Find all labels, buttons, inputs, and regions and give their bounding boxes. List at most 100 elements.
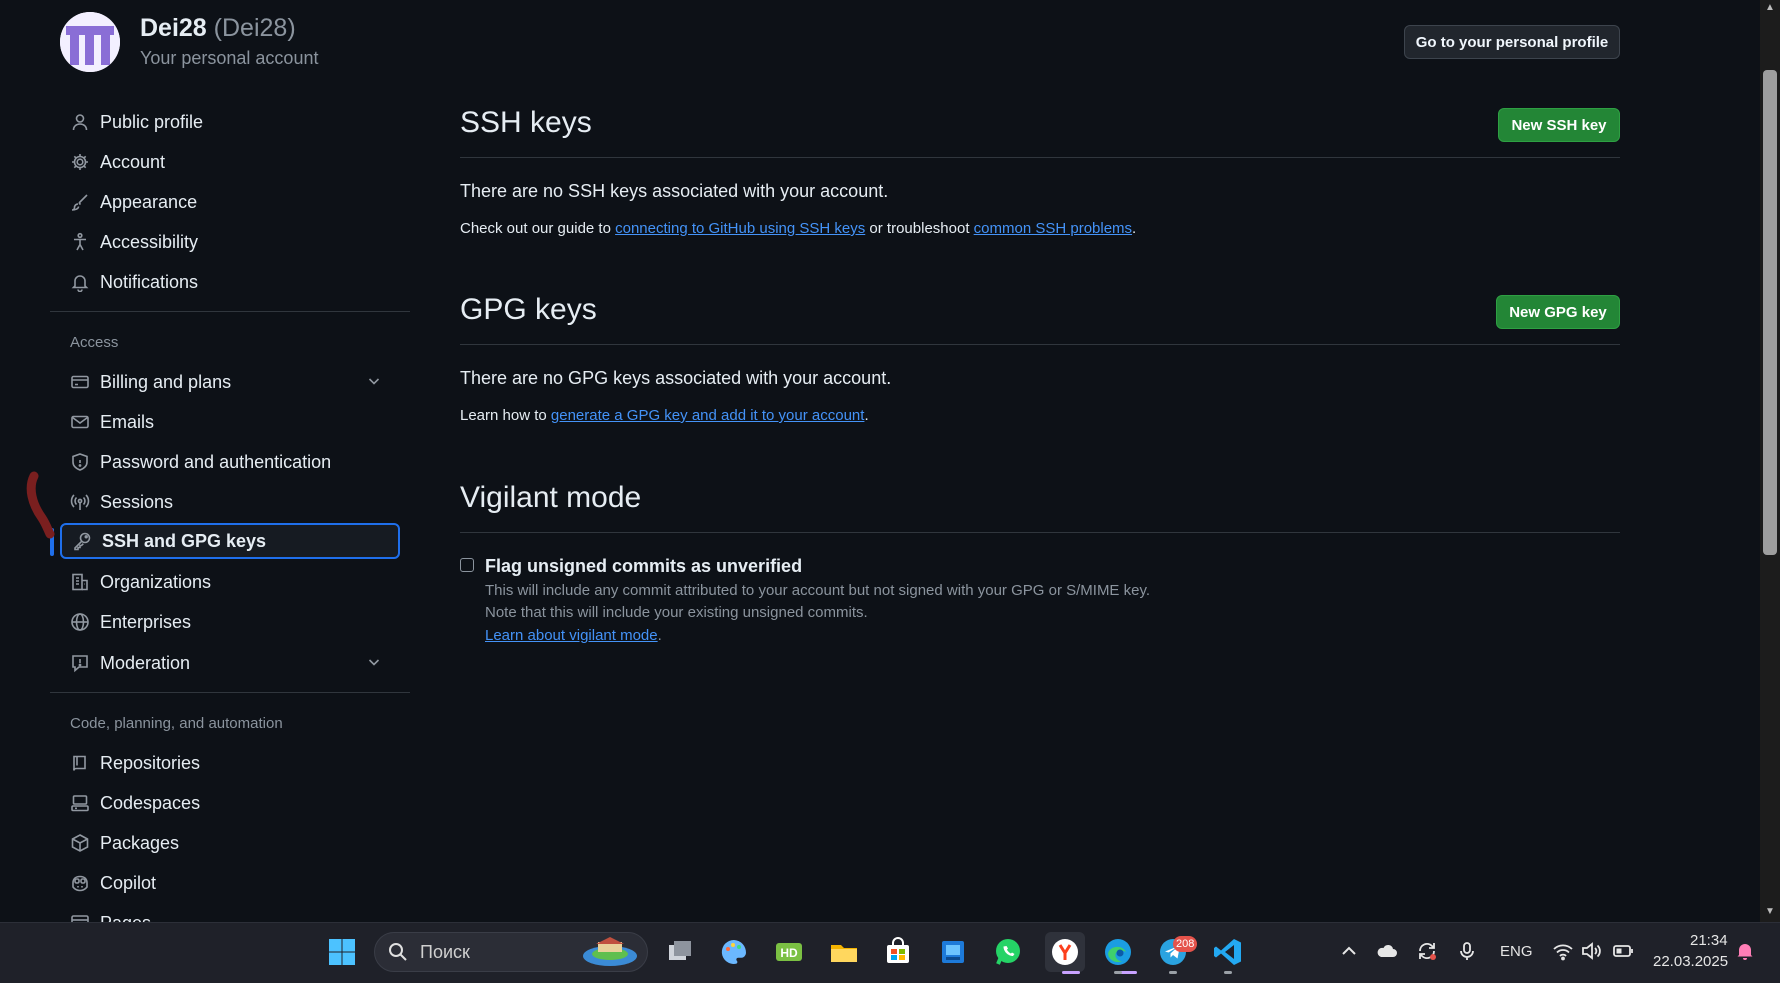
- scroll-up-arrow-icon[interactable]: ▲: [1764, 2, 1776, 14]
- sidebar-item-label: Public profile: [100, 111, 204, 132]
- account-name: Dei28 (Dei28): [140, 14, 296, 43]
- onedrive-cloud-icon[interactable]: [1376, 940, 1398, 962]
- sidebar-item-label: Password and authentication: [100, 451, 332, 472]
- vigilant-mode-link[interactable]: Learn about vigilant mode: [485, 627, 658, 644]
- sidebar-item-label: Appearance: [100, 191, 198, 212]
- sidebar-group-code: Code, planning, and automation: [70, 715, 283, 732]
- sidebar-item-label: Packages: [100, 832, 180, 853]
- sidebar-item-label: Organizations: [100, 571, 212, 592]
- sidebar-item-notifications[interactable]: Notifications: [60, 264, 400, 300]
- sidebar-item-billing[interactable]: Billing and plans: [60, 364, 400, 400]
- notification-bell-icon[interactable]: [1734, 940, 1756, 962]
- gpg-guide-link[interactable]: generate a GPG key and add it to your ac…: [551, 407, 865, 424]
- sidebar-item-label: Codespaces: [100, 792, 201, 813]
- credit-card-icon: [70, 372, 90, 392]
- svg-text:HD: HD: [780, 946, 798, 960]
- telegram-unread-badge: 208: [1173, 936, 1198, 952]
- sidebar-item-accessibility[interactable]: Accessibility: [60, 224, 400, 260]
- sync-icon[interactable]: [1416, 940, 1438, 962]
- clock-time[interactable]: 21:34: [1690, 932, 1728, 949]
- volume-icon[interactable]: [1580, 940, 1602, 962]
- whatsapp-icon[interactable]: [990, 934, 1026, 970]
- scrollbar-thumb[interactable]: [1763, 70, 1777, 555]
- sidebar-divider: [50, 311, 410, 312]
- sidebar-item-emails[interactable]: Emails: [60, 404, 400, 440]
- avatar[interactable]: [60, 12, 120, 72]
- battery-icon[interactable]: [1612, 940, 1634, 962]
- section-divider: [460, 344, 1620, 345]
- sidebar-group-access: Access: [70, 334, 119, 351]
- sidebar-item-label: Pages: [100, 913, 151, 923]
- sidebar-item-enterprises[interactable]: Enterprises: [60, 604, 400, 640]
- sidebar-item-label: Emails: [100, 411, 155, 432]
- gpg-keys-heading: GPG keys: [460, 293, 597, 326]
- sidebar-item-packages[interactable]: Packages: [60, 825, 400, 861]
- blue-app-icon[interactable]: [935, 934, 971, 970]
- sidebar-item-moderation[interactable]: Moderation: [60, 645, 400, 681]
- scroll-down-arrow-icon[interactable]: ▼: [1764, 906, 1776, 918]
- new-ssh-key-button[interactable]: New SSH key: [1498, 108, 1620, 142]
- vscode-icon[interactable]: [1210, 934, 1246, 970]
- vigilant-link-line: Learn about vigilant mode.: [485, 627, 662, 644]
- sidebar-item-label: Account: [100, 151, 166, 172]
- section-divider: [460, 532, 1620, 533]
- gpg-empty-message: There are no GPG keys associated with yo…: [460, 368, 892, 388]
- vigilant-note-1: This will include any commit attributed …: [485, 582, 1151, 599]
- account-display-name: Dei28: [140, 14, 207, 42]
- help-text: .: [657, 627, 662, 644]
- sidebar-item-label: Accessibility: [100, 231, 199, 252]
- account-login: (Dei28): [213, 14, 296, 42]
- wifi-icon[interactable]: [1552, 940, 1574, 962]
- flag-unsigned-label[interactable]: Flag unsigned commits as unverified: [485, 556, 802, 577]
- sidebar-item-public-profile[interactable]: Public profile: [60, 104, 400, 140]
- sidebar-item-codespaces[interactable]: Codespaces: [60, 785, 400, 821]
- clock-date[interactable]: 22.03.2025: [1653, 953, 1728, 970]
- sidebar-item-label: Enterprises: [100, 611, 192, 632]
- organization-icon: [70, 572, 90, 592]
- language-indicator[interactable]: ENG: [1500, 943, 1533, 960]
- sidebar-divider: [50, 692, 410, 693]
- paint-app-icon[interactable]: [716, 934, 752, 970]
- ssh-guide-link[interactable]: connecting to GitHub using SSH keys: [615, 220, 865, 237]
- task-view-icon[interactable]: [662, 934, 698, 970]
- copilot-icon: [70, 873, 90, 893]
- chevron-down-icon[interactable]: [366, 373, 382, 389]
- sidebar-item-password[interactable]: Password and authentication: [60, 444, 400, 480]
- search-highlight-image-icon: [583, 937, 637, 966]
- sidebar-item-label: Repositories: [100, 752, 201, 773]
- sidebar-item-sessions[interactable]: Sessions: [60, 484, 400, 520]
- ssh-help-text: Check out our guide to connecting to Git…: [460, 220, 1136, 237]
- broadcast-icon: [70, 492, 90, 512]
- go-to-profile-button[interactable]: Go to your personal profile: [1404, 25, 1620, 59]
- mail-icon: [70, 412, 90, 432]
- microphone-icon[interactable]: [1456, 940, 1478, 962]
- microsoft-store-icon[interactable]: [880, 934, 916, 970]
- account-subtitle: Your personal account: [140, 48, 319, 68]
- sidebar-item-ssh-gpg-keys[interactable]: SSH and GPG keys: [60, 523, 400, 559]
- help-text: or troubleshoot: [865, 220, 974, 237]
- hd-video-app-icon[interactable]: HD: [771, 934, 807, 970]
- repo-icon: [70, 753, 90, 773]
- flag-unsigned-checkbox[interactable]: [460, 558, 474, 572]
- yandex-running-indicator: [1062, 971, 1080, 974]
- sidebar-item-copilot[interactable]: Copilot: [60, 865, 400, 901]
- vigilant-mode-heading: Vigilant mode: [460, 481, 642, 514]
- sidebar-item-label: Sessions: [100, 491, 174, 512]
- new-gpg-key-button[interactable]: New GPG key: [1496, 295, 1620, 329]
- sidebar-item-organizations[interactable]: Organizations: [60, 564, 400, 600]
- section-divider: [460, 157, 1620, 158]
- chevron-up-icon[interactable]: [1338, 940, 1360, 962]
- file-explorer-icon[interactable]: [826, 934, 862, 970]
- vscode-running-indicator: [1224, 971, 1232, 974]
- edge-browser-icon[interactable]: [1100, 934, 1136, 970]
- browser-icon: [70, 913, 90, 922]
- sidebar-item-appearance[interactable]: Appearance: [60, 184, 400, 220]
- ssh-problems-link[interactable]: common SSH problems: [974, 220, 1132, 237]
- key-icon: [72, 531, 92, 551]
- start-windows-icon[interactable]: [324, 934, 360, 970]
- sidebar-item-account[interactable]: Account: [60, 144, 400, 180]
- sidebar-item-repositories[interactable]: Repositories: [60, 745, 400, 781]
- chevron-down-icon[interactable]: [366, 654, 382, 670]
- sidebar-item-pages[interactable]: Pages: [60, 905, 400, 922]
- yandex-browser-icon[interactable]: [1045, 932, 1085, 972]
